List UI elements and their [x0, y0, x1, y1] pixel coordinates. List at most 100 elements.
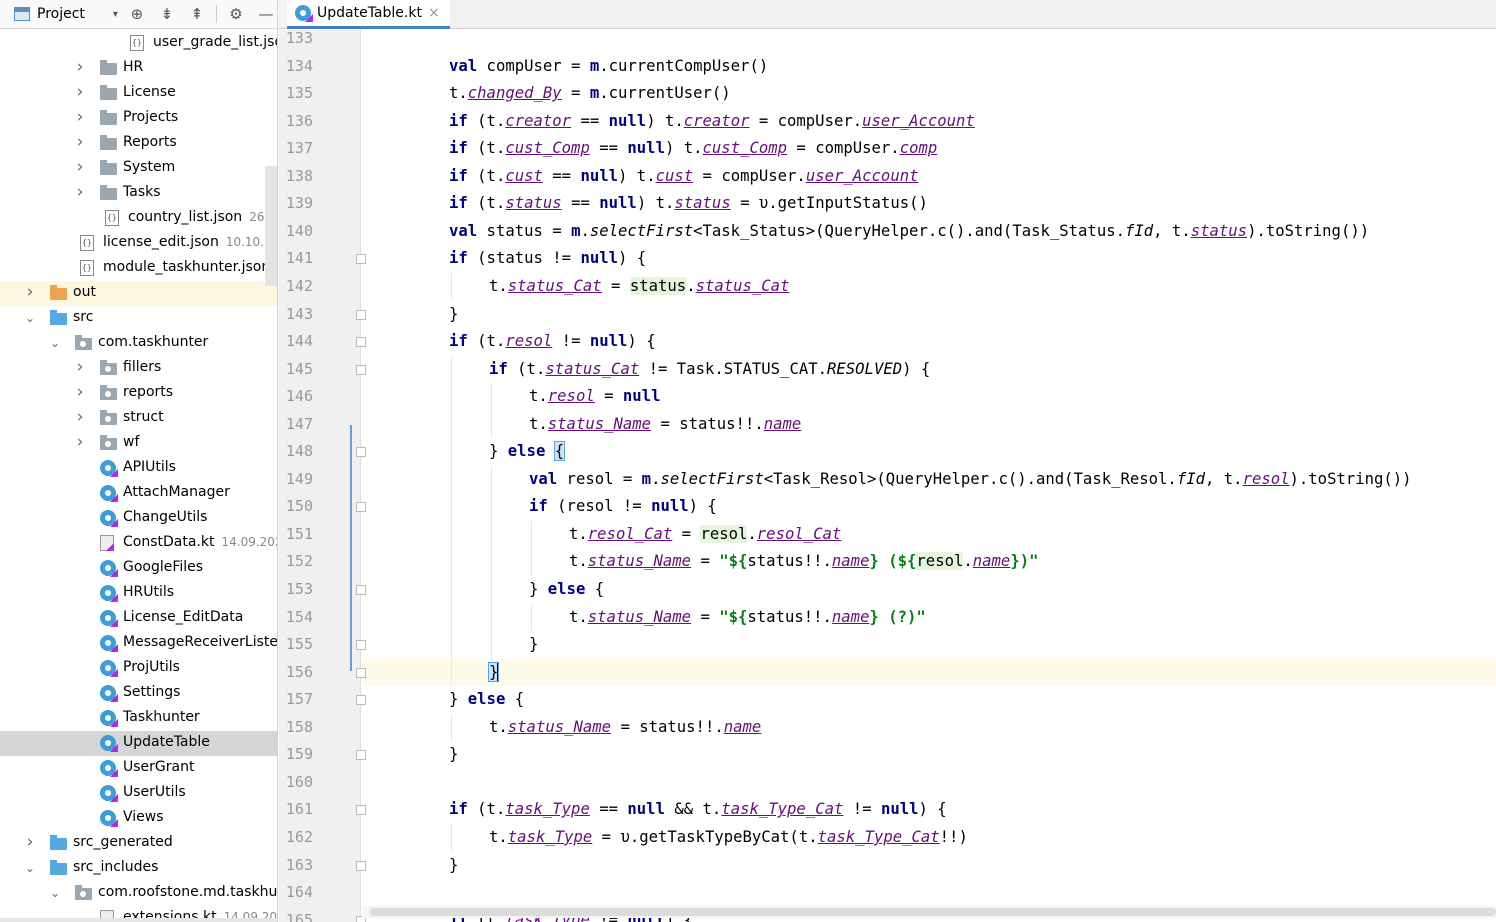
fold-marker-icon[interactable] — [356, 750, 366, 761]
tree-item[interactable]: UpdateTable — [0, 731, 277, 756]
tree-item[interactable]: › src_generated — [0, 831, 277, 856]
fold-marker-icon[interactable] — [356, 502, 366, 513]
code-line[interactable]: val compUser = m.currentCompUser() — [449, 53, 768, 81]
chevron-right-icon[interactable]: › — [74, 432, 86, 452]
editor-horizontal-scrollbar[interactable] — [362, 906, 1496, 918]
expand-all-icon[interactable]: ⇟ — [156, 3, 178, 25]
chevron-right-icon[interactable]: › — [74, 57, 86, 77]
tree-item[interactable]: › out — [0, 281, 277, 306]
tree-item[interactable]: country_list.json26.04.20 — [0, 206, 277, 231]
chevron-right-icon[interactable]: › — [74, 357, 86, 377]
tree-item[interactable]: › License — [0, 81, 277, 106]
tree-item[interactable]: ProjUtils — [0, 656, 277, 681]
code-line[interactable]: t.status_Name = "${status!!.name} (${res… — [569, 548, 1039, 576]
tree-item[interactable]: ChangeUtils — [0, 506, 277, 531]
code-line[interactable]: if (t.creator == null) t.creator = compU… — [449, 108, 975, 136]
tree-item[interactable]: › Tasks — [0, 181, 277, 206]
tree-item[interactable]: License_EditData — [0, 606, 277, 631]
code-line[interactable]: t.status_Cat = status.status_Cat — [489, 273, 789, 301]
code-line[interactable]: } — [449, 852, 458, 880]
chevron-down-icon[interactable]: ⌄ — [49, 336, 61, 350]
tree-item[interactable]: › reports — [0, 381, 277, 406]
fold-marker-icon[interactable] — [356, 309, 366, 320]
close-icon[interactable]: × — [428, 5, 440, 21]
hide-icon[interactable]: — — [255, 3, 277, 25]
chevron-down-icon[interactable]: ⌄ — [24, 861, 36, 875]
project-horizontal-scrollbar[interactable] — [0, 918, 277, 922]
code-line[interactable]: val status = m.selectFirst<Task_Status>(… — [449, 218, 1369, 246]
code-line[interactable]: t.status_Name = "${status!!.name} (?)" — [569, 604, 926, 632]
tree-item[interactable]: HRUtils — [0, 581, 277, 606]
chevron-down-icon[interactable]: ▾ — [113, 9, 118, 20]
tree-item[interactable]: ⌄ com.roofstone.md.taskhunt — [0, 881, 277, 906]
tree-item[interactable]: UserUtils — [0, 781, 277, 806]
code-line[interactable]: if (t.cust == null) t.cust = compUser.us… — [449, 163, 919, 191]
code-line[interactable]: val resol = m.selectFirst<Task_Resol>(Qu… — [529, 466, 1412, 494]
fold-marker-icon[interactable] — [356, 667, 366, 678]
tree-item[interactable]: UserGrant — [0, 756, 277, 781]
chevron-right-icon[interactable]: › — [74, 157, 86, 177]
gear-icon[interactable]: ⚙ — [225, 3, 247, 25]
code-line[interactable]: t.resol = null — [529, 383, 660, 411]
code-line[interactable]: t.task_Type = υ.getTaskTypeByCat(t.task_… — [489, 824, 968, 852]
code-line[interactable]: if (resol != null) { — [529, 493, 717, 521]
tree-item[interactable]: › struct — [0, 406, 277, 431]
fold-marker-icon[interactable] — [356, 640, 366, 651]
collapse-all-icon[interactable]: ⇞ — [186, 3, 208, 25]
fold-marker-icon[interactable] — [356, 860, 366, 871]
code-line[interactable]: if (t.resol != null) { — [449, 328, 656, 356]
code-line[interactable]: if (t.status_Cat != Task.STATUS_CAT.RESO… — [489, 356, 930, 384]
tree-item[interactable]: user_grade_list.json — [0, 31, 277, 56]
fold-marker-icon[interactable] — [356, 254, 366, 265]
tree-item[interactable]: GoogleFiles — [0, 556, 277, 581]
code-line[interactable]: } — [449, 741, 458, 769]
fold-marker-icon[interactable] — [356, 337, 366, 348]
tree-item[interactable]: › fillers — [0, 356, 277, 381]
code-line[interactable]: } else { — [449, 686, 524, 714]
code-line[interactable]: t.status_Name = status!!.name — [529, 411, 801, 439]
chevron-right-icon[interactable]: › — [74, 107, 86, 127]
fold-marker-icon[interactable] — [356, 805, 366, 816]
code-line[interactable]: } — [529, 631, 538, 659]
tree-item[interactable]: ⌄ src_includes — [0, 856, 277, 881]
code-line[interactable]: if (t.status == null) t.status = υ.getIn… — [449, 190, 928, 218]
code-line[interactable]: t.changed_By = m.currentUser() — [449, 80, 731, 108]
code-line[interactable]: } — [487, 659, 500, 687]
chevron-right-icon[interactable]: › — [74, 182, 86, 202]
code-line[interactable]: } — [449, 301, 458, 329]
tree-item[interactable]: AttachManager — [0, 481, 277, 506]
tree-item[interactable]: module_taskhunter.json10. — [0, 256, 277, 281]
scrollbar-thumb[interactable] — [370, 908, 1496, 916]
chevron-right-icon[interactable]: › — [74, 132, 86, 152]
chevron-right-icon[interactable]: › — [24, 282, 36, 302]
chevron-down-icon[interactable]: ⌄ — [24, 311, 36, 325]
tree-item[interactable]: ⌄ com.taskhunter — [0, 331, 277, 356]
project-scrollbar[interactable] — [265, 166, 277, 286]
chevron-right-icon[interactable]: › — [74, 407, 86, 427]
tree-item[interactable]: ConstData.kt14.09.2023 — [0, 531, 277, 556]
chevron-right-icon[interactable]: › — [24, 832, 36, 852]
tree-item[interactable]: license_edit.json10.10.2023 — [0, 231, 277, 256]
locate-icon[interactable]: ⊕ — [126, 3, 148, 25]
tree-item[interactable]: Settings — [0, 681, 277, 706]
fold-marker-icon[interactable] — [356, 695, 366, 706]
chevron-down-icon[interactable]: ⌄ — [49, 886, 61, 900]
tab-updatetable[interactable]: UpdateTable.kt × — [287, 0, 450, 29]
fold-marker-icon[interactable] — [356, 585, 366, 595]
tree-item[interactable]: MessageReceiverListene — [0, 631, 277, 656]
code-line[interactable]: if (t.task_Type == null && t.task_Type_C… — [449, 796, 947, 824]
tree-item[interactable]: Views — [0, 806, 277, 831]
tree-item[interactable]: › Reports — [0, 131, 277, 156]
fold-marker-icon[interactable] — [356, 364, 366, 375]
tree-item[interactable]: ⌄ src — [0, 306, 277, 331]
tree-item[interactable]: Taskhunter — [0, 706, 277, 731]
code-line[interactable]: t.resol_Cat = resol.resol_Cat — [569, 521, 841, 549]
tree-item[interactable]: › HR — [0, 56, 277, 81]
fold-marker-icon[interactable] — [356, 447, 366, 458]
tree-item[interactable]: APIUtils — [0, 456, 277, 481]
tree-item[interactable]: › System — [0, 156, 277, 181]
code-line[interactable]: } else { — [529, 576, 604, 604]
code-line[interactable]: if (status != null) { — [449, 245, 646, 273]
chevron-right-icon[interactable]: › — [74, 382, 86, 402]
tree-item[interactable]: › wf — [0, 431, 277, 456]
